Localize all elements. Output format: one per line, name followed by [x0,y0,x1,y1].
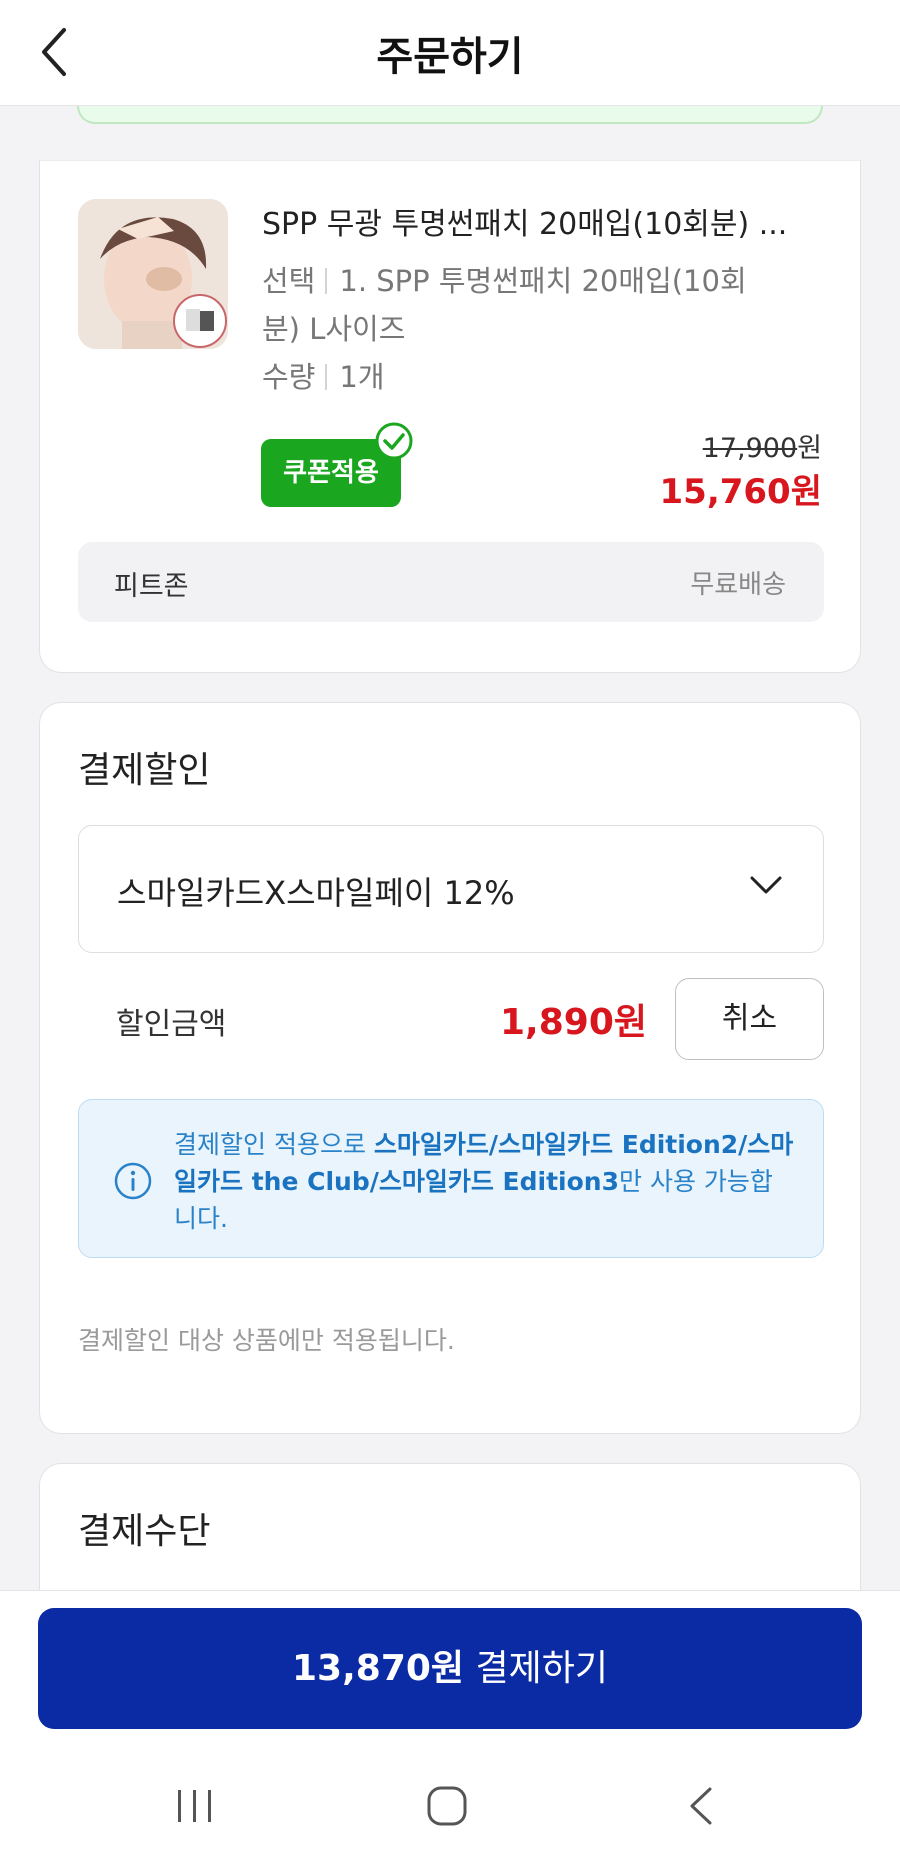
cancel-discount-button[interactable]: 취소 [675,978,824,1060]
info-prefix: 결제할인 적용으로 [174,1130,374,1159]
chevron-down-icon [749,874,783,896]
discount-info-box: 결제할인 적용으로 스마일카드/스마일카드 Edition2/스마일카드 the… [78,1099,824,1258]
seller-name[interactable]: 피트존 [114,564,189,603]
original-price-value: 17,900 [702,433,798,464]
system-back-icon[interactable] [680,1786,724,1830]
section-title: 결제할인 [78,750,211,791]
quantity-value: 1개 [339,360,385,394]
discount-note: 결제할인 대상 상품에만 적용됩니다. [78,1326,455,1355]
home-icon[interactable] [425,1786,469,1830]
bottom-bar: 13,870원 결제하기 [0,1590,900,1862]
quantity-label: 수량 [262,360,316,394]
product-thumbnail[interactable] [78,199,228,349]
discount-info-text: 결제할인 적용으로 스마일카드/스마일카드 Edition2/스마일카드 the… [174,1126,794,1237]
option-line-continued: 분) L사이즈 [262,312,406,346]
discount-amount-label: 할인금액 [116,1007,227,1042]
check-circle-icon [374,421,414,461]
product-card: SPP 무광 투명썬패치 20매입(10회분) ... 선택 1. SPP 투명썬… [39,160,861,673]
pay-button[interactable]: 13,870원 결제하기 [38,1608,862,1729]
section-title: 결제수단 [78,1511,211,1552]
divider [325,364,328,390]
product-name[interactable]: SPP 무광 투명썬패치 20매입(10회분) ... [262,199,822,243]
app-header: 주문하기 [0,0,900,106]
option-value: 1. SPP 투명썬패치 20매입(10회 [339,264,747,298]
discount-select[interactable]: 스마일카드X스마일페이 12% [78,825,824,953]
page-title: 주문하기 [376,34,524,80]
option-label: 선택 [262,264,316,298]
divider [325,268,328,294]
discount-amount-value: 1,890원 [500,1002,647,1043]
pay-amount: 13,870원 [292,1648,465,1689]
pay-label: 결제하기 [475,1648,608,1689]
shipping-fee: 무료배송 [690,570,786,600]
selected-discount: 스마일카드X스마일페이 12% [117,874,515,912]
shipping-info: 피트존 무료배송 [78,542,824,622]
info-icon [113,1161,153,1201]
original-price-unit: 원 [797,433,822,464]
recent-apps-icon[interactable] [173,1786,217,1830]
quantity-line: 수량 1개 [262,353,822,401]
original-price: 17,900원 [703,426,822,465]
payment-discount-card: 결제할인 스마일카드X스마일페이 12% 할인금액 1,890원 취소 결제할인… [39,702,861,1434]
option-line: 선택 1. SPP 투명썬패치 20매입(10회 [262,257,822,305]
notice-banner-edge [77,104,823,124]
final-price: 15,760원 [659,472,822,512]
